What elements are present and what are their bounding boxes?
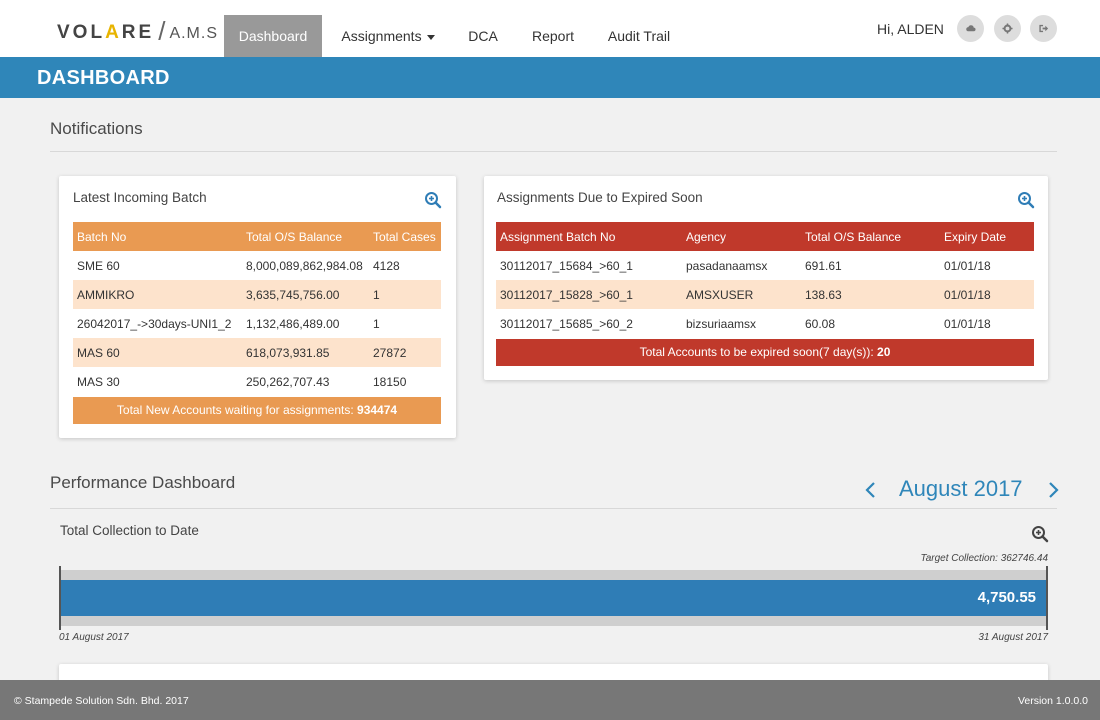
expiring-table: Assignment Batch No Agency Total O/S Bal…	[496, 222, 1034, 338]
page-title: DASHBOARD	[37, 67, 170, 89]
top-navbar: VOLARE / A.M.S Dashboard Assignments DCA R…	[0, 0, 1100, 57]
chevron-down-icon	[426, 34, 435, 40]
progress-end-tick	[1046, 566, 1048, 630]
nav-assignments[interactable]: Assignments	[332, 15, 444, 57]
zoom-in-icon[interactable]	[424, 191, 442, 209]
chevron-right-icon	[1049, 482, 1059, 498]
next-month-button[interactable]	[1046, 481, 1060, 499]
latest-batch-card: Latest Incoming Batch Batch No Total O/S…	[59, 176, 456, 438]
target-collection-label: Target Collection: 362746.44	[920, 553, 1049, 564]
nav-report[interactable]: Report	[522, 15, 584, 57]
chevron-left-icon	[865, 482, 875, 498]
logout-icon	[1039, 24, 1049, 33]
column-header: Expiry Date	[944, 229, 1007, 244]
column-header: Agency	[686, 229, 727, 244]
copyright-text: © Stampede Solution Sdn. Bhd. 2017	[14, 695, 189, 707]
period-start-label: 01 August 2017	[59, 632, 129, 643]
collection-progress-fill	[60, 580, 1048, 616]
nav-audit-trail[interactable]: Audit Trail	[598, 15, 680, 57]
column-header: Total Cases	[373, 229, 436, 244]
table-header-row: Batch No Total O/S Balance Total Cases	[73, 222, 441, 251]
table-row[interactable]: 30112017_15684_>60_1 pasadanaamsx 691.61…	[496, 251, 1034, 280]
table-row[interactable]: AMMIKRO 3,635,745,756.00 1	[73, 280, 441, 309]
table-row[interactable]: SME 60 8,000,089,862,984.08 4128	[73, 251, 441, 280]
column-header: Batch No	[77, 229, 127, 244]
gear-icon	[1002, 23, 1013, 34]
table-header-row: Assignment Batch No Agency Total O/S Bal…	[496, 222, 1034, 251]
performance-heading: Performance Dashboard	[50, 473, 236, 492]
latest-batch-title: Latest Incoming Batch	[73, 190, 207, 205]
table-row[interactable]: MAS 60 618,073,931.85 27872	[73, 338, 441, 367]
footer-bar: © Stampede Solution Sdn. Bhd. 2017 Versi…	[0, 680, 1100, 720]
version-text: Version 1.0.0.0	[1017, 695, 1088, 707]
divider	[50, 508, 1057, 509]
column-header: Total O/S Balance	[805, 229, 902, 244]
zoom-in-icon[interactable]	[1017, 191, 1035, 209]
zoom-in-icon[interactable]	[1031, 525, 1049, 543]
logo-suffix: A.M.S	[169, 25, 218, 42]
latest-batch-table: Batch No Total O/S Balance Total Cases S…	[73, 222, 441, 396]
collection-progress-bar: 4,750.55	[60, 570, 1048, 626]
notifications-heading: Notifications	[50, 119, 143, 138]
cloud-button[interactable]	[957, 15, 984, 42]
table-row[interactable]: 30112017_15685_>60_2 bizsuriaamsx 60.08 …	[496, 309, 1034, 338]
column-header: Total O/S Balance	[246, 229, 343, 244]
logout-button[interactable]	[1030, 15, 1057, 42]
expiring-summary-footer: Total Accounts to be expired soon(7 day(…	[496, 339, 1034, 366]
page-banner: DASHBOARD	[0, 57, 1100, 98]
table-row[interactable]: 30112017_15828_>60_1 AMSXUSER 138.63 01/…	[496, 280, 1034, 309]
logo-brand: VOLARE	[57, 22, 155, 43]
progress-start-tick	[59, 566, 61, 630]
batch-summary-footer: Total New Accounts waiting for assignmen…	[73, 397, 441, 424]
collection-value: 4,750.55	[977, 589, 1036, 606]
table-row[interactable]: MAS 30 250,262,707.43 18150	[73, 367, 441, 396]
total-new-accounts: 934474	[357, 403, 398, 417]
column-header: Assignment Batch No	[500, 229, 616, 244]
total-expiring-accounts: 20	[877, 345, 891, 359]
cloud-icon	[966, 25, 976, 32]
period-end-label: 31 August 2017	[978, 632, 1048, 643]
prev-month-button[interactable]	[864, 481, 878, 499]
expiring-title: Assignments Due to Expired Soon	[497, 190, 703, 205]
collection-title: Total Collection to Date	[60, 523, 199, 538]
nav-dashboard[interactable]: Dashboard	[224, 15, 322, 57]
user-greeting: Hi, ALDEN	[877, 21, 944, 37]
nav-dca[interactable]: DCA	[458, 15, 508, 57]
divider	[50, 151, 1057, 152]
app-logo[interactable]: VOLARE / A.M.S	[57, 14, 218, 46]
table-row[interactable]: 26042017_->30days-UNI1_2 1,132,486,489.0…	[73, 309, 441, 338]
settings-button[interactable]	[994, 15, 1021, 42]
current-month: August 2017	[899, 476, 1023, 501]
expiring-card: Assignments Due to Expired Soon Assignme…	[484, 176, 1048, 380]
